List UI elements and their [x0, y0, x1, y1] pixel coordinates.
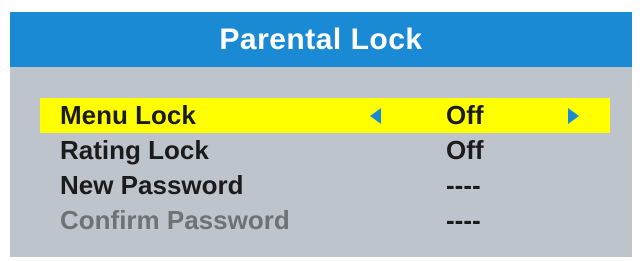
confirm-password-label: Confirm Password — [60, 205, 290, 235]
rating-lock-label: Rating Lock — [60, 135, 209, 165]
right-arrow-icon[interactable] — [568, 108, 579, 124]
new-password-value: ---- — [446, 170, 481, 200]
rating-lock-value: Off — [446, 135, 484, 165]
rating-lock-row[interactable]: Rating Lock Off — [40, 133, 610, 168]
parental-lock-dialog: Parental Lock Menu Lock Off Rating Lock … — [10, 12, 632, 257]
confirm-password-row: Confirm Password ---- — [40, 203, 610, 238]
new-password-label: New Password — [60, 170, 244, 200]
new-password-row[interactable]: New Password ---- — [40, 168, 610, 203]
menu-lock-value: Off — [446, 100, 484, 130]
menu-lock-label: Menu Lock — [60, 100, 196, 130]
dialog-title: Parental Lock — [219, 22, 423, 56]
left-arrow-icon[interactable] — [370, 108, 381, 124]
title-bar: Parental Lock — [10, 12, 632, 67]
confirm-password-value: ---- — [446, 205, 481, 235]
parental-lock-menu: Menu Lock Off Rating Lock Off New Passwo… — [40, 98, 620, 238]
menu-lock-row[interactable]: Menu Lock Off — [40, 98, 610, 133]
